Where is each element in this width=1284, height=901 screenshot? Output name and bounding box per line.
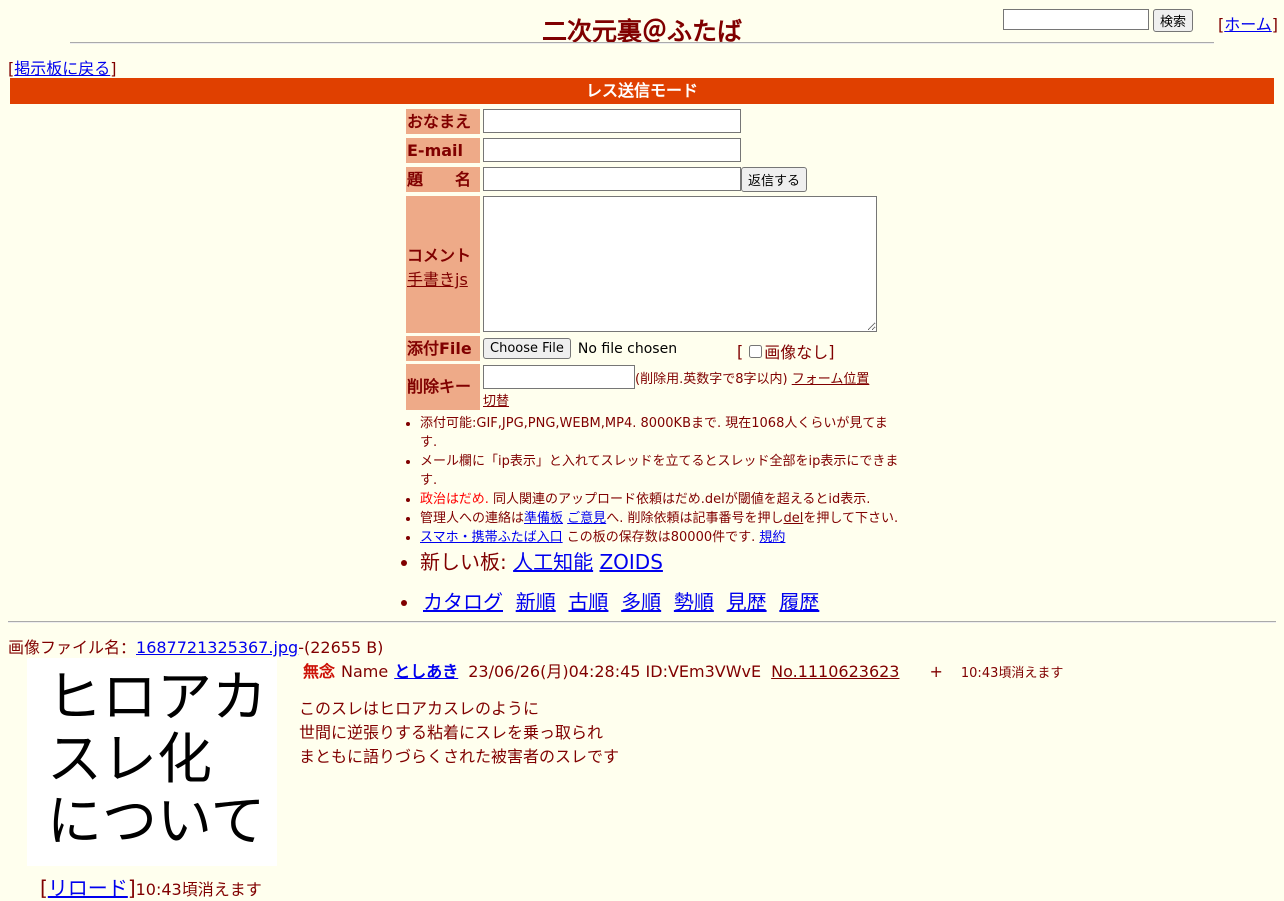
no-file-text: No file chosen — [577, 340, 678, 357]
nav-most-link[interactable]: 多順 — [621, 590, 661, 614]
search-box: 検索 — [1003, 9, 1194, 32]
comment-label: コメント — [407, 246, 472, 265]
comment-label-cell: コメント 手書きjs — [406, 196, 480, 333]
form-position-toggle-link-2[interactable]: 切替 — [483, 390, 509, 409]
thread-thumbnail[interactable]: ヒロアカ スレ化 について — [27, 658, 277, 866]
politics-warning: 政治はだめ. — [420, 492, 489, 507]
email-field[interactable] — [483, 138, 741, 162]
file-label: 画像ファイル名： — [8, 638, 137, 657]
no-image-option: [画像なし] — [737, 339, 835, 363]
post-expire-time: 10:43頃消えます — [960, 666, 1064, 681]
delete-key-field[interactable] — [483, 365, 635, 389]
choose-file-button[interactable]: Choose File — [483, 338, 571, 359]
post-body: このスレはヒロアカスレのように 世間に逆張りする粘着にスレを乗っ取られ まともに… — [299, 699, 620, 766]
post-number-link[interactable]: No.1110623623 — [771, 662, 899, 681]
mobile-entry-link[interactable]: スマホ・携帯ふたば入口 — [420, 530, 563, 545]
prep-board-link[interactable]: 準備板 — [524, 511, 563, 526]
home-link[interactable]: ホーム — [1224, 15, 1272, 34]
no-image-label: 画像なし — [764, 343, 829, 362]
nav-viewed-link[interactable]: 見歴 — [727, 590, 767, 614]
post-author-link[interactable]: としあき — [394, 658, 458, 682]
post-datetime: 23/06/26(月)04:28:45 ID:VEm3VWvE — [468, 662, 762, 681]
delete-key-label: 削除キー — [406, 364, 480, 410]
new-boards-label: 新しい板: — [420, 550, 514, 574]
file-picker: Choose File No file chosen — [483, 338, 677, 359]
nav-history-link[interactable]: 履歴 — [779, 590, 819, 614]
subject-field[interactable] — [483, 167, 741, 191]
nav-catalog-link[interactable]: カタログ — [423, 590, 503, 614]
nav-links-item: カタログ 新順 古順 多順 勢順 見歴 履歴 — [420, 585, 900, 619]
no-image-checkbox[interactable] — [749, 344, 763, 358]
post-plus-button[interactable]: + — [929, 662, 942, 681]
subject-label: 題 名 — [406, 167, 480, 192]
terms-link[interactable]: 規約 — [759, 530, 785, 545]
new-boards-item: 新しい板: 人工知能 ZOIDS — [420, 545, 900, 579]
nav-oldest-link[interactable]: 古順 — [568, 590, 608, 614]
reload-row: [リロード]10:43頃消えます — [40, 876, 262, 900]
name-label: おなまえ — [406, 109, 480, 134]
feedback-link[interactable]: ご意見 — [567, 511, 606, 526]
nav-momentum-link[interactable]: 勢順 — [674, 590, 714, 614]
board-link-ai[interactable]: 人工知能 — [513, 550, 593, 574]
file-info: 画像ファイル名：1687721325367.jpg-(22655 B) — [8, 634, 383, 658]
thread-divider — [8, 621, 1276, 623]
nav-newest-link[interactable]: 新順 — [516, 590, 556, 614]
handwriting-link[interactable]: 手書きjs — [407, 266, 468, 290]
note-item: 添付可能:GIF,JPG,PNG,WEBM,MP4. 8000KBまで. 現在1… — [420, 414, 900, 452]
note-item: メール欄に「ip表示」と入れてスレッドを立てるとスレッド全部をip表示にできます… — [420, 452, 900, 490]
note-item: 政治はだめ. 同人関連のアップロード依頼はだめ.delが閾値を超えるとid表示. — [420, 490, 900, 509]
back-to-board-link[interactable]: 掲示板に戻る — [14, 59, 110, 78]
comment-textarea[interactable] — [483, 196, 877, 332]
email-label: E-mail — [406, 138, 480, 163]
post-header: 無念 Name としあき 23/06/26(月)04:28:45 ID:VEm3… — [303, 658, 1063, 682]
file-size: -(22655 B) — [298, 638, 384, 657]
search-button[interactable]: 検索 — [1153, 9, 1194, 32]
reply-mode-bar: レス送信モード — [10, 78, 1274, 104]
del-link[interactable]: del — [783, 511, 803, 526]
board-notes: 添付可能:GIF,JPG,PNG,WEBM,MP4. 8000KBまで. 現在1… — [404, 414, 900, 619]
reload-link[interactable]: リロード — [48, 876, 128, 900]
home-link-wrapper: [ホーム] — [1218, 15, 1279, 34]
post-subject: 無念 — [303, 662, 336, 681]
post-name-label: Name — [341, 662, 389, 681]
file-name-link[interactable]: 1687721325367.jpg — [136, 638, 298, 657]
title-divider — [70, 42, 1214, 44]
board-link-zoids[interactable]: ZOIDS — [599, 550, 662, 574]
delete-key-note-row: (削除用.英数字で8字以内) フォーム位置 — [635, 368, 869, 387]
search-input[interactable] — [1003, 9, 1149, 30]
thumbnail-text: ヒロアカ スレ化 について — [47, 665, 268, 853]
form-position-toggle-link[interactable]: フォーム位置 — [792, 372, 870, 387]
back-link-wrapper: [掲示板に戻る] — [8, 59, 117, 78]
delete-key-note: (削除用.英数字で8字以内) — [635, 372, 788, 387]
note-item: 管理人への連絡は準備板 ご意見へ. 削除依頼は記事番号を押しdelを押して下さい… — [420, 509, 900, 528]
name-field[interactable] — [483, 109, 741, 133]
file-label: 添付File — [406, 336, 480, 361]
expire-bottom: 10:43頃消えます — [135, 880, 262, 899]
submit-reply-button[interactable]: 返信する — [741, 167, 808, 192]
